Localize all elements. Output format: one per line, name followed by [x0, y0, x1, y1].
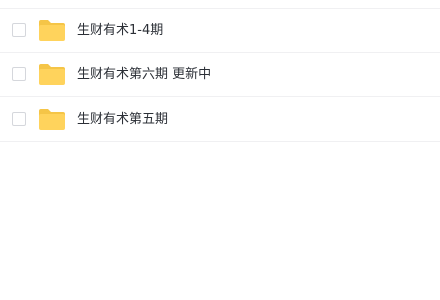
- file-row[interactable]: 生财有术第五期: [0, 98, 440, 142]
- folder-icon: [39, 64, 65, 85]
- file-name[interactable]: 生财有术第六期 更新中: [77, 66, 211, 84]
- file-row[interactable]: 生财有术1-4期: [0, 9, 440, 53]
- folder-icon: [39, 20, 65, 41]
- file-name[interactable]: 生财有术第五期: [77, 111, 168, 129]
- select-checkbox[interactable]: [12, 23, 26, 37]
- select-checkbox[interactable]: [12, 67, 26, 81]
- select-checkbox[interactable]: [12, 112, 26, 126]
- file-row[interactable]: 生财有术第六期 更新中: [0, 53, 440, 97]
- folder-icon: [39, 109, 65, 130]
- file-name[interactable]: 生财有术1-4期: [77, 22, 163, 40]
